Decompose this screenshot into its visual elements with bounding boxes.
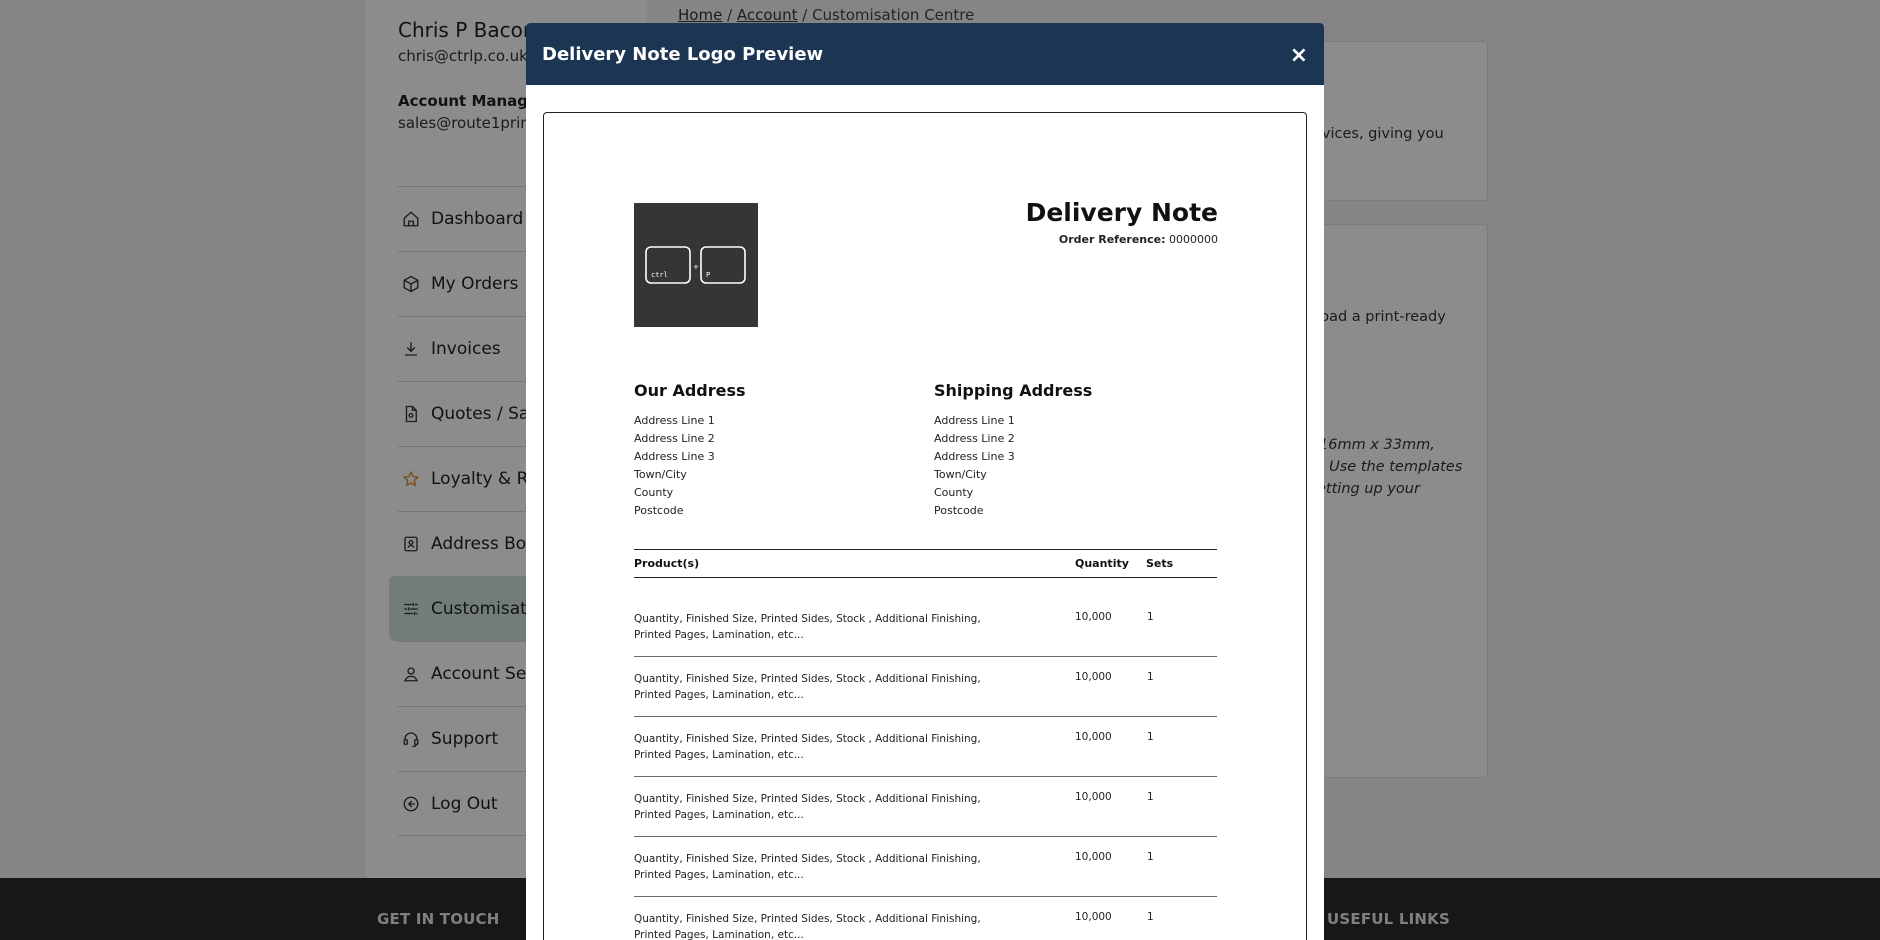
table-row: Quantity, Finished Size, Printed Sides, … [634, 897, 1217, 940]
table-row: Quantity, Finished Size, Printed Sides, … [634, 777, 1217, 837]
column-header-sets: Sets [1146, 557, 1174, 570]
product-quantity: 10,000 [1075, 911, 1112, 923]
table-header: Product(s) Quantity Sets [634, 549, 1217, 578]
logo-key-ctrl: ctrl [651, 271, 668, 279]
our-address-block: Our Address Address Line 1 Address Line … [634, 381, 874, 520]
address-line: Town/City [934, 468, 987, 481]
product-description: Quantity, Finished Size, Printed Sides, … [634, 673, 981, 701]
order-reference: Order Reference: 0000000 [1059, 233, 1218, 246]
product-sets: 1 [1147, 791, 1154, 803]
address-line: Address Line 3 [634, 450, 715, 463]
logo-plus: + [693, 263, 699, 271]
our-address-heading: Our Address [634, 381, 746, 400]
column-header-products: Product(s) [634, 557, 700, 570]
product-sets: 1 [1147, 611, 1154, 623]
product-sets: 1 [1147, 731, 1154, 743]
table-row: Quantity, Finished Size, Printed Sides, … [634, 597, 1217, 657]
table-row: Quantity, Finished Size, Printed Sides, … [634, 657, 1217, 717]
column-header-quantity: Quantity [1075, 557, 1129, 570]
keyboard-keys-icon: ctrl + P [645, 246, 746, 284]
order-reference-value: 0000000 [1169, 233, 1218, 246]
product-quantity: 10,000 [1075, 851, 1112, 863]
delivery-note-preview-modal: Delivery Note Logo Preview × ctrl + P De… [526, 23, 1324, 940]
product-description: Quantity, Finished Size, Printed Sides, … [634, 853, 981, 881]
product-quantity: 10,000 [1075, 791, 1112, 803]
shipping-address-block: Shipping Address Address Line 1 Address … [934, 381, 1174, 520]
address-line: Town/City [634, 468, 687, 481]
product-quantity: 10,000 [1075, 671, 1112, 683]
address-line: Postcode [634, 504, 684, 517]
product-description: Quantity, Finished Size, Printed Sides, … [634, 733, 981, 761]
table-row: Quantity, Finished Size, Printed Sides, … [634, 837, 1217, 897]
close-button[interactable]: × [1290, 45, 1308, 67]
address-line: Address Line 3 [934, 450, 1015, 463]
product-description: Quantity, Finished Size, Printed Sides, … [634, 613, 981, 641]
delivery-note-document: ctrl + P Delivery Note Order Reference: … [543, 112, 1307, 940]
product-sets: 1 [1147, 851, 1154, 863]
address-line: Address Line 2 [634, 432, 715, 445]
address-line: Address Line 1 [934, 414, 1015, 427]
modal-header: Delivery Note Logo Preview × [526, 23, 1324, 85]
document-title: Delivery Note [1025, 198, 1218, 227]
product-quantity: 10,000 [1075, 611, 1112, 623]
logo-key-p: P [706, 271, 710, 279]
company-logo: ctrl + P [634, 203, 758, 327]
product-quantity: 10,000 [1075, 731, 1112, 743]
products-table: Product(s) Quantity Sets Quantity, Finis… [634, 549, 1217, 940]
shipping-address-heading: Shipping Address [934, 381, 1093, 400]
modal-title: Delivery Note Logo Preview [542, 43, 824, 65]
product-sets: 1 [1147, 671, 1154, 683]
address-line: County [634, 486, 674, 499]
address-line: Postcode [934, 504, 984, 517]
product-description: Quantity, Finished Size, Printed Sides, … [634, 913, 981, 940]
address-line: County [934, 486, 974, 499]
address-line: Address Line 2 [934, 432, 1015, 445]
address-line: Address Line 1 [634, 414, 715, 427]
product-sets: 1 [1147, 911, 1154, 923]
product-description: Quantity, Finished Size, Printed Sides, … [634, 793, 981, 821]
table-row: Quantity, Finished Size, Printed Sides, … [634, 717, 1217, 777]
order-reference-label: Order Reference: [1058, 233, 1166, 246]
